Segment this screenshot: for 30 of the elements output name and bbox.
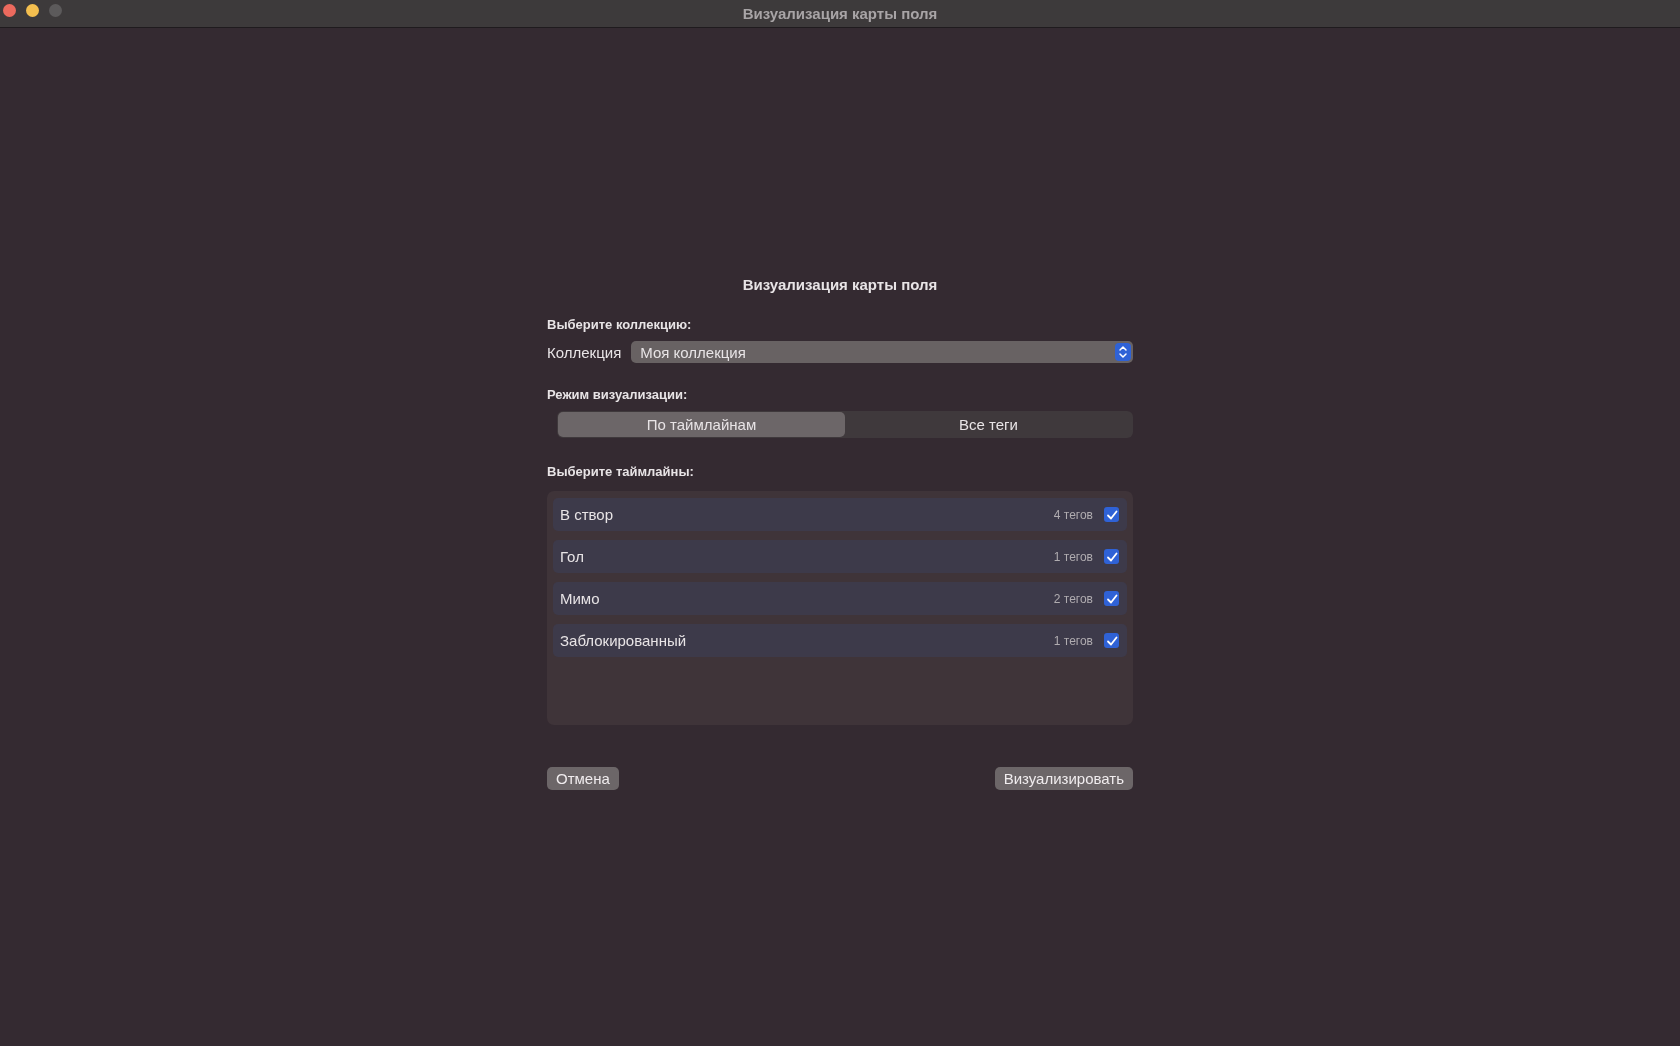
mode-tab[interactable]: По таймлайнам	[558, 412, 845, 437]
checkbox[interactable]	[1104, 507, 1119, 522]
collection-dropdown[interactable]: Моя коллекция	[631, 341, 1133, 363]
dialog-title: Визуализация карты поля	[741, 276, 939, 293]
section-label: Режим визуализации:	[547, 387, 689, 402]
timeline-row[interactable]: Мимо 2 тегов	[553, 582, 1127, 615]
tag-count: 4 тегов	[1053, 507, 1093, 522]
timeline-name: Мимо	[560, 590, 601, 607]
window-title: Визуализация карты поля	[742, 5, 938, 22]
section-label: Выберите коллекцию:	[547, 317, 693, 332]
collection-label: Коллекция	[547, 343, 622, 361]
dropdown-arrows-icon	[1115, 343, 1131, 361]
checkbox[interactable]	[1104, 591, 1119, 606]
visualize-button[interactable]: Визуализировать	[994, 767, 1133, 790]
checkbox[interactable]	[1104, 633, 1119, 648]
close-button[interactable]	[3, 4, 16, 17]
minimize-button[interactable]	[26, 4, 39, 17]
timeline-name: В створ	[560, 506, 615, 523]
tag-count: 1 тегов	[1053, 549, 1093, 564]
timeline-row[interactable]: В створ 4 тегов	[553, 498, 1127, 531]
timeline-name: Заблокированный	[560, 632, 688, 649]
timeline-row[interactable]: Заблокированный 1 тегов	[553, 624, 1127, 657]
timeline-row[interactable]: Гол 1 тегов	[553, 540, 1127, 573]
tag-count: 1 тегов	[1053, 633, 1093, 648]
checkbox[interactable]	[1104, 549, 1119, 564]
cancel-button[interactable]: Отмена	[547, 767, 619, 790]
tag-count: 2 тегов	[1053, 591, 1093, 606]
timeline-name: Гол	[560, 548, 585, 565]
section-label: Выберите таймлайны:	[547, 464, 695, 479]
mode-tab[interactable]: Все теги	[845, 412, 1132, 437]
